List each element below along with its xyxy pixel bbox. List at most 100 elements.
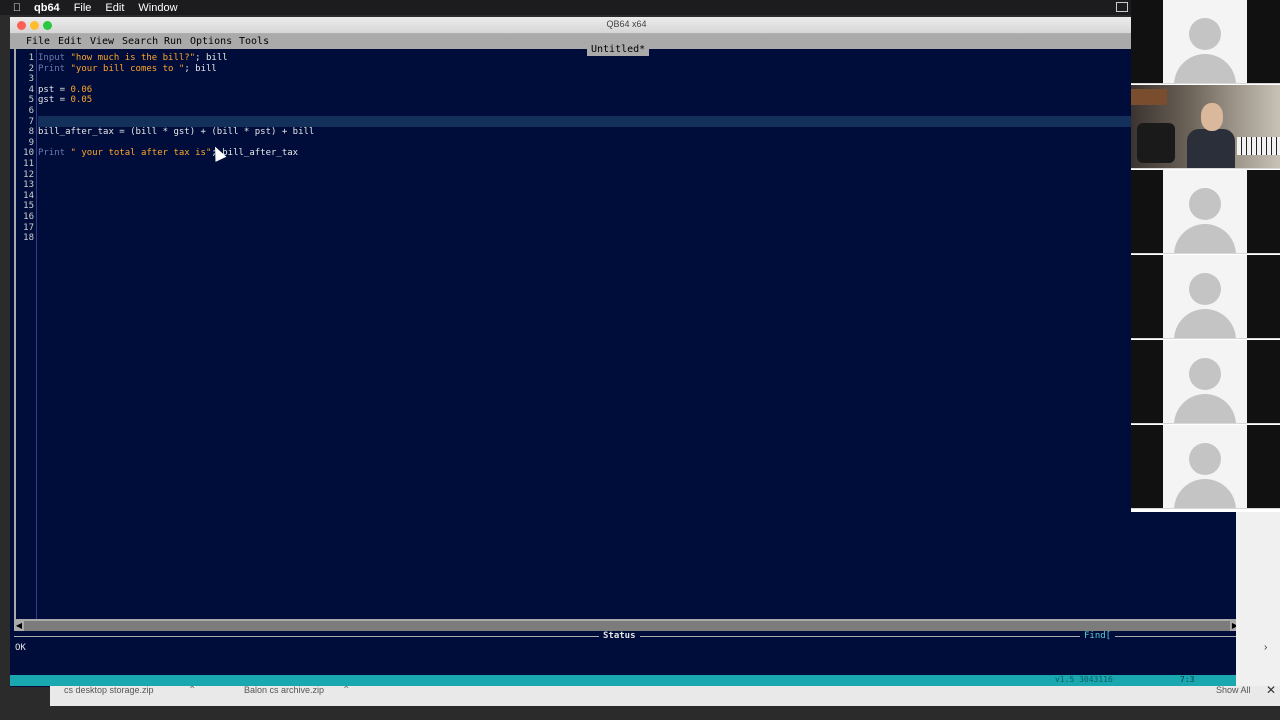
avatar-placeholder-icon [1163,340,1247,423]
menu-view[interactable]: View [90,36,114,47]
line-number: 13 [23,180,34,191]
show-all-downloads[interactable]: Show All [1216,685,1251,695]
file-tab[interactable]: Untitled* [587,43,650,56]
code-line[interactable]: Input "how much is the bill?"; bill [38,53,314,64]
apple-icon[interactable]:  [0,2,34,14]
menu-edit[interactable]: Edit [58,36,82,47]
video-person-body [1187,129,1235,168]
video-shelf [1131,89,1167,105]
code-line[interactable]: Print " your total after tax is"; bill_a… [38,148,314,159]
participant-video-tile[interactable] [1131,85,1280,169]
avatar-placeholder-icon [1163,0,1247,83]
tile-letterbox [1131,0,1163,83]
tile-letterbox [1247,170,1280,253]
menu-tools[interactable]: Tools [239,36,269,47]
code-line[interactable]: pst = 0.06 [38,85,314,96]
code-token-str: "how much is the bill?" [65,53,196,63]
screen-share-icon[interactable] [1116,2,1128,12]
horizontal-scrollbar[interactable]: ◀ ▶ [14,621,1240,631]
participant-tile[interactable] [1131,425,1280,509]
line-number: 14 [23,190,34,201]
tile-letterbox [1247,0,1280,83]
line-number: 2 [28,63,34,74]
gutter-separator [36,49,37,619]
version-label: v1.5 3043116 [1055,675,1113,684]
tile-letterbox [1247,340,1280,423]
tile-letterbox [1131,425,1163,508]
window-title: QB64 x64 [606,19,647,29]
code-line[interactable] [38,117,314,128]
mac-menu-edit[interactable]: Edit [105,2,124,14]
mac-menu-app[interactable]: qb64 [34,2,60,14]
line-number: 3 [28,74,34,85]
video-person-head [1201,103,1223,131]
video-piano [1237,137,1280,155]
code-line[interactable]: Print "your bill comes to "; bill [38,64,314,75]
code-token-kw: Print [38,63,66,74]
scroll-left-icon[interactable]: ◀ [14,621,24,631]
tile-letterbox [1131,170,1163,253]
line-number: 10 [23,148,34,159]
menu-search[interactable]: Search [122,36,158,47]
qb64-window: QB64 x64 File Edit View Search Run Optio… [10,17,1243,687]
code-line[interactable]: bill_after_tax = (bill * gst) + (bill * … [38,127,314,138]
menu-run[interactable]: Run [164,36,182,47]
download-options-icon[interactable]: ⌃ [188,685,196,696]
participant-tile[interactable] [1131,170,1280,254]
video-participants-panel [1131,0,1280,512]
line-number: 1 [28,53,34,63]
code-editor[interactable]: 1 2 3 4 5 6 7 8 9 10 11 12 13 14 15 16 17 18 Input "how m… [14,49,1240,621]
line-number: 17 [23,222,34,233]
participant-tile[interactable] [1131,255,1280,339]
code-area[interactable]: Input "how much is the bill?"; bill Print… [38,53,314,159]
menu-file[interactable]: File [26,36,50,47]
code-token-str: " your total after tax is" [65,148,212,159]
download-options-icon[interactable]: ⌃ [342,685,350,696]
line-number: 4 [28,84,34,95]
code-token-kw: Input [38,53,66,63]
avatar-placeholder-icon [1163,425,1247,508]
avatar-placeholder-icon [1163,170,1247,253]
code-token-num: 0.06 [70,84,93,95]
mac-menu-window[interactable]: Window [138,2,177,14]
participant-tile[interactable] [1131,340,1280,424]
code-token-id: gst = [38,95,71,106]
participant-tile[interactable] [1131,0,1280,84]
code-token-id: pst = [38,84,71,95]
line-number: 12 [23,169,34,180]
code-line[interactable] [38,138,314,149]
code-token-str: "your bill comes to " [65,63,185,74]
find-field[interactable]: Find[ [1080,631,1116,641]
line-number: 18 [23,233,34,244]
code-token-id: bill_after_tax = (bill * gst) + (bill * … [38,127,315,138]
code-token-num: 0.05 [70,95,93,106]
status-divider: Status Find[ [14,631,1240,641]
download-item[interactable]: cs desktop storage.zip [64,685,154,695]
tile-letterbox [1247,425,1280,508]
line-number-gutter: 1 2 3 4 5 6 7 8 9 10 11 12 13 14 15 16 17 18 [18,53,34,244]
downloads-bar: cs desktop storage.zip ⌃ Balon cs archiv… [50,683,1280,706]
line-number: 7 [28,116,34,127]
code-line[interactable] [38,106,314,117]
video-chair [1137,123,1175,163]
line-number: 9 [28,137,34,148]
code-token-id: ; bill [195,53,228,63]
chevron-right-icon[interactable]: › [1264,642,1267,653]
side-strip: › [1236,512,1280,686]
code-line[interactable] [38,74,314,85]
line-number: 15 [23,201,34,212]
tile-letterbox [1131,255,1163,338]
download-item[interactable]: Balon cs archive.zip [244,685,324,695]
line-number: 11 [23,158,34,169]
line-number: 6 [28,105,34,116]
code-line[interactable]: gst = 0.05 [38,95,314,106]
cursor-position: 7:3 [1180,675,1195,684]
tile-letterbox [1131,340,1163,423]
mac-menu-file[interactable]: File [74,2,92,14]
window-titlebar[interactable]: QB64 x64 [10,17,1243,34]
line-number: 8 [28,127,34,138]
mac-menu-bar:  qb64 File Edit Window [0,0,1280,15]
menu-options[interactable]: Options [190,36,232,47]
avatar-placeholder-icon [1163,255,1247,338]
status-message: OK [15,643,26,653]
